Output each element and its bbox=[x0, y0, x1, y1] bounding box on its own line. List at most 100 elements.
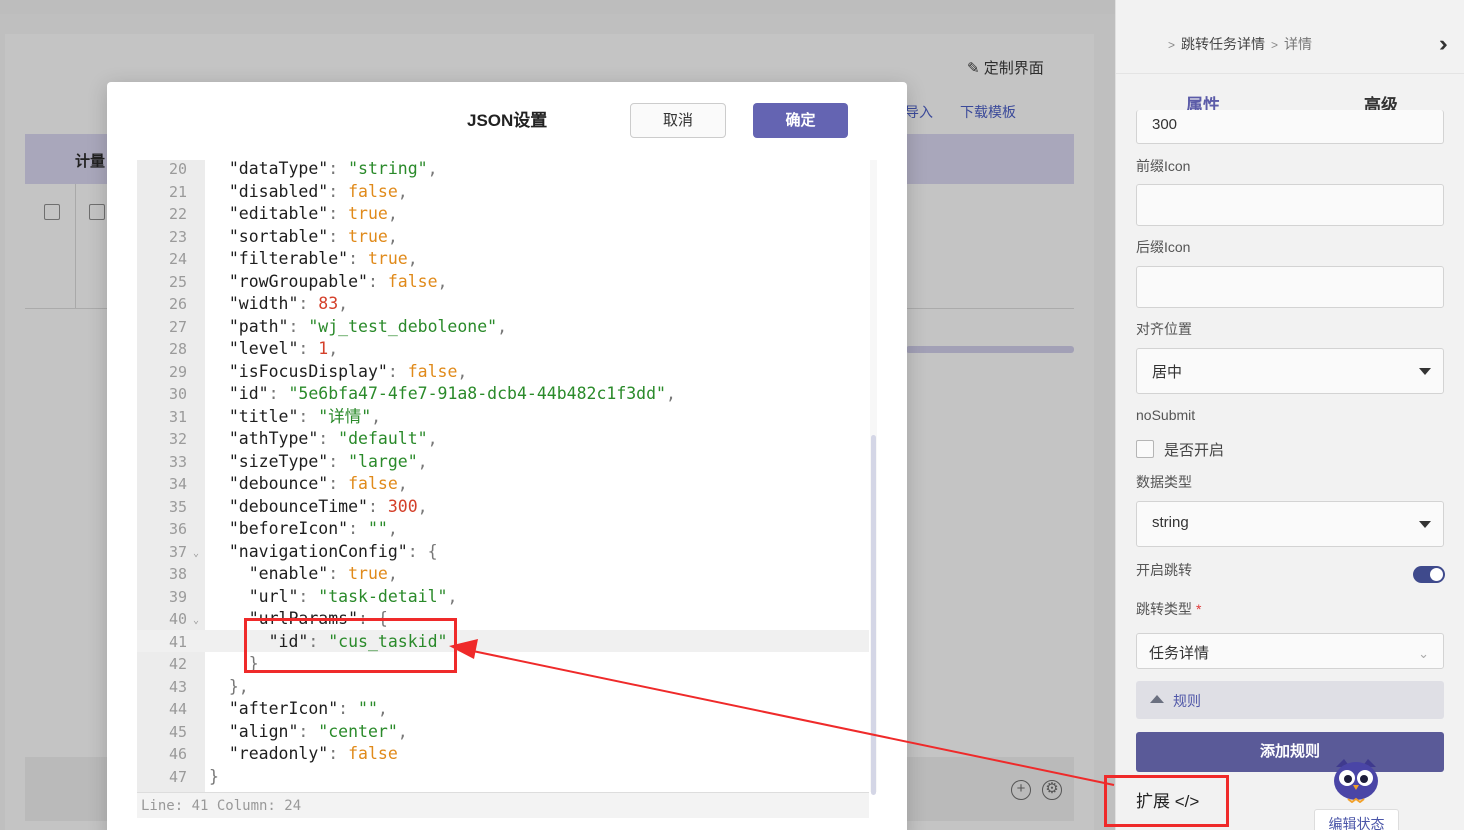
edit-icon[interactable] bbox=[44, 204, 60, 220]
code-text: "filterable": true, bbox=[209, 248, 418, 271]
breadcrumb-item[interactable]: 跳转任务详情 bbox=[1181, 36, 1265, 52]
prefix-icon-input[interactable] bbox=[1136, 184, 1444, 226]
json-value: "default" bbox=[338, 429, 428, 448]
data-type-select[interactable]: string bbox=[1136, 501, 1444, 547]
code-line[interactable]: 38 "enable": true, bbox=[137, 563, 869, 586]
rules-section-toggle[interactable]: 规则 bbox=[1136, 681, 1444, 719]
edit-state-button[interactable]: 编辑状态 bbox=[1314, 809, 1399, 830]
json-brace: }, bbox=[228, 676, 249, 696]
json-comma: , bbox=[377, 699, 388, 718]
json-colon: : bbox=[348, 249, 368, 268]
suffix-icon-input[interactable] bbox=[1136, 266, 1444, 308]
nosubmit-checkbox[interactable] bbox=[1136, 440, 1154, 458]
json-code-editor[interactable]: 20 "dataType": "string", 21 "disabled": f… bbox=[137, 160, 877, 820]
json-value: "large" bbox=[348, 451, 418, 471]
code-line[interactable]: 36 "beforeIcon": "", bbox=[137, 518, 869, 541]
code-line[interactable]: 23 "sortable": true, bbox=[137, 226, 869, 249]
add-circle-icon[interactable]: + bbox=[1011, 780, 1031, 800]
code-line[interactable]: 46 "readonly": false bbox=[137, 743, 869, 766]
code-line[interactable]: 27 "path": "wj_test_deboleone", bbox=[137, 316, 869, 339]
code-line[interactable]: 37 ⌄ "navigationConfig": { bbox=[137, 541, 869, 564]
navigation-type-select[interactable]: 任务详情 ⌄ bbox=[1136, 633, 1444, 669]
code-area[interactable]: 20 "dataType": "string", 21 "disabled": f… bbox=[137, 160, 869, 788]
code-line[interactable]: 21 "disabled": false, bbox=[137, 181, 869, 204]
navigation-type-value: 任务详情 bbox=[1149, 645, 1210, 662]
horizontal-scrollbar[interactable] bbox=[906, 346, 1074, 353]
json-comma: , bbox=[666, 384, 676, 403]
code-line[interactable]: 26 "width": 83, bbox=[137, 293, 869, 316]
add-rule-button[interactable]: 添加规则 bbox=[1136, 732, 1444, 772]
code-line[interactable]: 34 "debounce": false, bbox=[137, 473, 869, 496]
confirm-button[interactable]: 确定 bbox=[753, 103, 848, 138]
code-text: "enable": true, bbox=[209, 563, 398, 586]
json-comma: , bbox=[497, 316, 508, 336]
edit-icon[interactable] bbox=[89, 204, 105, 220]
code-line[interactable]: 29 "isFocusDisplay": false, bbox=[137, 361, 869, 384]
json-comma: , bbox=[371, 406, 382, 426]
code-text: "navigationConfig": { bbox=[209, 541, 438, 564]
json-comma: , bbox=[417, 451, 428, 471]
owl-mascot-icon[interactable] bbox=[1330, 757, 1382, 803]
json-value: true bbox=[348, 226, 388, 246]
json-value: 1 bbox=[318, 339, 329, 358]
download-template-link[interactable]: 下载模板 bbox=[960, 102, 1016, 122]
code-line[interactable]: 31 "title": "详情", bbox=[137, 406, 869, 429]
json-value: false bbox=[387, 271, 438, 291]
code-line[interactable]: 39 "url": "task-detail", bbox=[137, 586, 869, 609]
code-line[interactable]: 47} bbox=[137, 766, 869, 789]
line-number: 29 bbox=[168, 362, 187, 381]
customize-label: 定制界面 bbox=[983, 60, 1044, 77]
required-mark: * bbox=[1196, 601, 1202, 617]
code-line[interactable]: 28 "level": 1, bbox=[137, 338, 869, 361]
code-line[interactable]: 20 "dataType": "string", bbox=[137, 160, 869, 181]
code-line[interactable]: 22 "editable": true, bbox=[137, 203, 869, 226]
enable-navigation-label: 开启跳转 bbox=[1136, 562, 1192, 578]
triangle-up-icon bbox=[1150, 695, 1164, 703]
json-value: true bbox=[348, 564, 388, 583]
code-line[interactable]: 44 "afterIcon": "", bbox=[137, 698, 869, 721]
gear-icon[interactable]: ⚙ bbox=[1042, 780, 1062, 800]
breadcrumb-item: 详情 bbox=[1284, 36, 1313, 52]
code-line[interactable]: 43 }, bbox=[137, 676, 869, 699]
json-value: "5e6bfa47-4fe7-91a8-dcb4-44b482c1f3dd" bbox=[288, 384, 667, 403]
code-line[interactable]: 45 "align": "center", bbox=[137, 721, 869, 744]
code-text: "dataType": "string", bbox=[209, 160, 438, 181]
collapse-panel-icon[interactable]: ›› bbox=[1439, 31, 1447, 57]
json-key: "afterIcon" bbox=[228, 699, 339, 718]
code-line[interactable]: 24 "filterable": true, bbox=[137, 248, 869, 271]
code-text: "athType": "default", bbox=[209, 428, 438, 451]
json-value: "" bbox=[367, 519, 388, 538]
code-line[interactable]: 32 "athType": "default", bbox=[137, 428, 869, 451]
json-key: "url" bbox=[248, 586, 299, 606]
code-line[interactable]: 30 "id": "5e6bfa47-4fe7-91a8-dcb4-44b482… bbox=[137, 383, 869, 406]
cancel-button[interactable]: 取消 bbox=[630, 103, 726, 138]
vertical-scrollbar-thumb[interactable] bbox=[871, 435, 876, 795]
customize-view-button[interactable]: ✎ 定制界面 bbox=[967, 57, 1044, 78]
debounce-time-input[interactable]: 300 bbox=[1136, 110, 1444, 144]
modal-title: JSON设置 bbox=[467, 111, 548, 130]
nosubmit-label: noSubmit bbox=[1136, 407, 1196, 423]
code-line[interactable]: 33 "sizeType": "large", bbox=[137, 451, 869, 474]
json-colon: : bbox=[328, 226, 349, 246]
line-number: 36 bbox=[168, 520, 187, 538]
align-select[interactable]: 居中 bbox=[1136, 348, 1444, 394]
document-edit-icon: ✎ bbox=[967, 60, 980, 77]
json-colon: : bbox=[328, 474, 349, 493]
code-text: } bbox=[209, 766, 219, 789]
code-text: "afterIcon": "", bbox=[209, 698, 388, 721]
line-number: 46 bbox=[168, 745, 187, 763]
json-colon: : bbox=[367, 496, 388, 516]
json-comma: , bbox=[338, 294, 349, 313]
json-comma: , bbox=[437, 271, 448, 291]
code-line[interactable]: 25 "rowGroupable": false, bbox=[137, 271, 869, 294]
enable-navigation-toggle[interactable] bbox=[1413, 566, 1445, 583]
import-link[interactable]: 导入 bbox=[905, 102, 933, 122]
code-line[interactable]: 35 "debounceTime": 300, bbox=[137, 496, 869, 519]
